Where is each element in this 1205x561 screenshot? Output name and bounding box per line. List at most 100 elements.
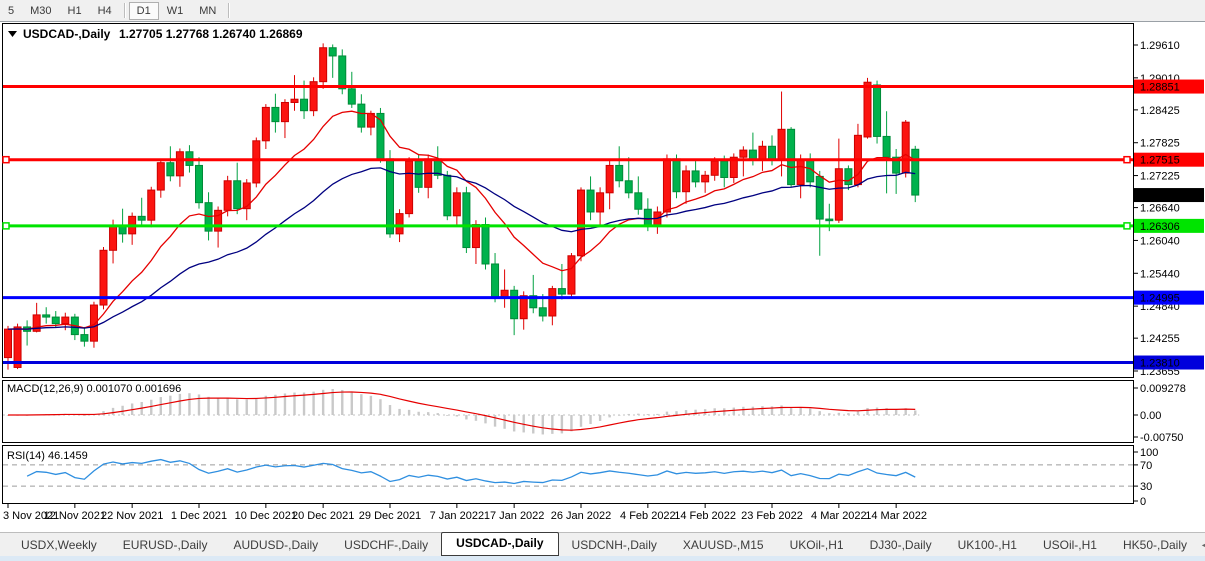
candle-body xyxy=(568,256,575,294)
date-tick-label: 29 Dec 2021 xyxy=(359,510,421,522)
candle-body xyxy=(616,165,623,180)
date-tick-label: 22 Nov 2021 xyxy=(101,510,163,522)
candle-body xyxy=(281,102,288,121)
candle-body xyxy=(835,169,842,220)
candle-body xyxy=(520,296,527,319)
line-handle[interactable] xyxy=(1124,223,1130,229)
candle-body xyxy=(797,160,804,185)
candle-body xyxy=(511,290,518,318)
rsi-panel[interactable] xyxy=(3,446,1134,504)
chart-tab-usdcnh-daily[interactable]: USDCNH-,Daily xyxy=(559,535,670,555)
candle-body xyxy=(673,159,680,192)
chart-tab-xauusd-m15[interactable]: XAUUSD-,M15 xyxy=(670,535,777,555)
price-tick-label: 1.26640 xyxy=(1140,203,1180,215)
candle-body xyxy=(90,305,97,341)
candle-body xyxy=(301,99,308,110)
candle-body xyxy=(5,329,12,357)
candle-body xyxy=(788,129,795,184)
date-tick-label: 4 Mar 2022 xyxy=(811,510,867,522)
candle-body xyxy=(110,225,117,250)
rsi-axis-label: 70 xyxy=(1140,460,1152,472)
price-tick-label: 1.27225 xyxy=(1140,171,1180,183)
chart-tab-hk50-daily[interactable]: HK50-,Daily xyxy=(1110,535,1200,555)
candle-body xyxy=(492,264,499,297)
date-tick-label: 14 Feb 2022 xyxy=(674,510,736,522)
candle-body xyxy=(683,171,690,192)
candle-body xyxy=(339,56,346,89)
date-tick-label: 17 Jan 2022 xyxy=(484,510,545,522)
candle-body xyxy=(587,190,594,212)
chart-tab-uk100-h1[interactable]: UK100-,H1 xyxy=(945,535,1030,555)
candle-body xyxy=(463,193,470,248)
price-level-badge-label: 1.24995 xyxy=(1140,293,1180,305)
macd-label: MACD(12,26,9) 0.001070 0.001696 xyxy=(7,383,181,395)
candle-body xyxy=(902,122,909,173)
candle-body xyxy=(157,163,164,190)
date-tick-label: 14 Mar 2022 xyxy=(865,510,927,522)
candle-body xyxy=(826,219,833,221)
line-handle[interactable] xyxy=(1124,157,1130,163)
candle-body xyxy=(549,289,556,316)
candle-body xyxy=(62,317,69,324)
candle-body xyxy=(501,290,508,297)
rsi-axis-label: 0 xyxy=(1140,496,1146,508)
chart-tab-usdchf-daily[interactable]: USDCHF-,Daily xyxy=(331,535,441,555)
chart-tab-ukoil-h1[interactable]: UKOil-,H1 xyxy=(777,535,857,555)
candle-body xyxy=(224,181,231,211)
chart-tab-usoil-h1[interactable]: USOil-,H1 xyxy=(1030,535,1110,555)
date-axis[interactable]: 3 Nov 202112 Nov 202122 Nov 20211 Dec 20… xyxy=(3,504,927,523)
candle-body xyxy=(482,225,489,264)
line-handle[interactable] xyxy=(3,223,9,229)
candle-body xyxy=(272,107,279,121)
rsi-label: RSI(14) 46.1459 xyxy=(7,450,88,462)
candle-body xyxy=(635,193,642,209)
candle-body xyxy=(625,181,632,193)
candle-body xyxy=(348,89,355,104)
candle-body xyxy=(234,181,241,209)
candle-body xyxy=(176,152,183,176)
candle-body xyxy=(215,210,222,231)
candle-body xyxy=(864,82,871,137)
main-chart-panel[interactable] xyxy=(3,24,1134,378)
line-handle[interactable] xyxy=(3,157,9,163)
candle-body xyxy=(539,308,546,316)
macd-axis-label: -0.00750 xyxy=(1140,432,1183,444)
candle-body xyxy=(759,146,766,160)
candle-body xyxy=(138,216,145,220)
chart-tab-dj30-daily[interactable]: DJ30-,Daily xyxy=(857,535,945,555)
date-tick-label: 26 Jan 2022 xyxy=(551,510,612,522)
chart-canvas[interactable]: 1.296101.290101.284251.278251.272251.266… xyxy=(0,0,1205,561)
candle-body xyxy=(597,193,604,212)
date-tick-label: 12 Nov 2021 xyxy=(44,510,106,522)
chart-tab-usdx-weekly[interactable]: USDX,Weekly xyxy=(8,535,110,555)
candle-body xyxy=(453,193,460,216)
candle-body xyxy=(329,48,336,56)
candle-body xyxy=(740,150,747,157)
tab-scroll-arrows: ◄► xyxy=(1200,540,1205,550)
candle-body xyxy=(253,141,260,183)
candle-body xyxy=(396,214,403,234)
chart-tab-eurusd-daily[interactable]: EURUSD-,Daily xyxy=(110,535,221,555)
candle-body xyxy=(472,225,479,248)
chart-tab-usdcad-daily[interactable]: USDCAD-,Daily xyxy=(441,532,558,556)
scroll-left-icon[interactable]: ◄ xyxy=(1200,540,1205,550)
current-price-label: 1.26869 xyxy=(1140,190,1180,202)
macd-axis-label: 0.00 xyxy=(1140,410,1161,422)
candle-body xyxy=(912,149,919,195)
trading-platform-window: 5M30H1H4D1W1MN 1.296101.290101.284251.27… xyxy=(0,0,1205,561)
price-tick-label: 1.24255 xyxy=(1140,333,1180,345)
candle-body xyxy=(196,165,203,202)
candle-body xyxy=(291,99,298,102)
candle-body xyxy=(81,335,88,342)
candle-body xyxy=(769,146,776,160)
candle-body xyxy=(167,163,174,176)
candle-body xyxy=(148,190,155,220)
candle-body xyxy=(43,315,50,317)
price-tick-label: 1.26040 xyxy=(1140,235,1180,247)
candle-body xyxy=(444,175,451,216)
chart-title-symbol: USDCAD-,Daily xyxy=(23,27,111,41)
date-tick-label: 20 Dec 2021 xyxy=(292,510,354,522)
chart-tab-audusd-daily[interactable]: AUDUSD-,Daily xyxy=(220,535,331,555)
candle-body xyxy=(558,289,565,294)
rsi-axis-label: 100 xyxy=(1140,447,1158,459)
